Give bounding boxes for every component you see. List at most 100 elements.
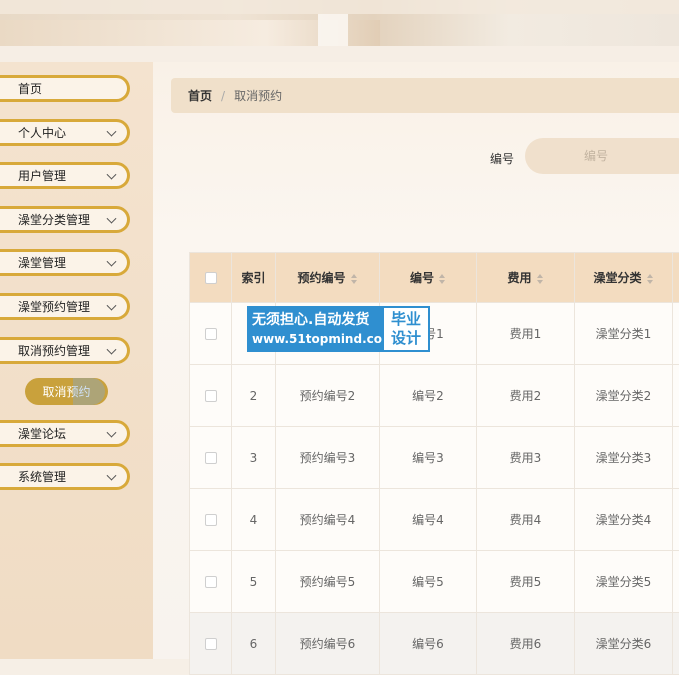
breadcrumb-current: 取消预约	[234, 87, 282, 104]
select-all-cell	[190, 253, 232, 303]
cell-fee: 费用2	[477, 365, 575, 427]
row-select-cell	[190, 613, 232, 675]
column-header-no[interactable]: 编号	[380, 253, 477, 303]
sidebar-item-bath-forum[interactable]: 澡堂论坛	[0, 420, 130, 447]
sidebar-item-label: 取消预约管理	[18, 342, 90, 359]
chevron-down-icon	[107, 470, 117, 480]
sidebar-subitem-label: 取消预约	[42, 383, 90, 400]
cell-index: 2	[232, 365, 276, 427]
cell-category: 澡堂分类4	[575, 489, 673, 551]
column-header-category[interactable]: 澡堂分类	[575, 253, 673, 303]
sidebar-item-label: 个人中心	[18, 124, 66, 141]
sort-icon[interactable]	[647, 274, 654, 284]
table-row: 3 预约编号3 编号3 费用3 澡堂分类3	[190, 427, 679, 489]
cell-booking-no: 预约编号2	[276, 365, 380, 427]
column-header-fee[interactable]: 费用	[477, 253, 575, 303]
row-select-cell	[190, 551, 232, 613]
row-checkbox[interactable]	[205, 328, 217, 340]
column-header-label: 澡堂分类	[593, 271, 641, 285]
banner-stripe	[0, 0, 679, 14]
cell-category: 澡堂分类1	[575, 303, 673, 365]
column-header-label: 编号	[410, 271, 434, 285]
row-checkbox[interactable]	[205, 514, 217, 526]
cell-category: 澡堂分类6	[575, 613, 673, 675]
cell-overflow	[673, 551, 679, 613]
breadcrumb-separator: /	[221, 89, 225, 103]
cell-category: 澡堂分类2	[575, 365, 673, 427]
sidebar-item-bath-category-management[interactable]: 澡堂分类管理	[0, 206, 130, 233]
watermark-text-block: 无须担心.自动发货 www.51topmind.com	[247, 306, 382, 352]
search-label: 编号	[490, 150, 514, 167]
sidebar: 首页 个人中心 用户管理 澡堂分类管理 澡堂管理 澡堂预约管理 取消预约管理 取…	[0, 62, 153, 659]
breadcrumb-home[interactable]: 首页	[188, 87, 212, 104]
column-header-label: 费用	[507, 271, 531, 285]
table-row: 4 预约编号4 编号4 费用4 澡堂分类4	[190, 489, 679, 551]
cell-fee: 费用5	[477, 551, 575, 613]
cell-no: 编号2	[380, 365, 477, 427]
sidebar-item-home[interactable]: 首页	[0, 75, 130, 102]
chevron-down-icon	[107, 213, 117, 223]
chevron-down-icon	[107, 256, 117, 266]
chevron-down-icon	[107, 344, 117, 354]
cell-booking-no: 预约编号5	[276, 551, 380, 613]
table-row: 6 预约编号6 编号6 费用6 澡堂分类6	[190, 613, 679, 675]
sidebar-item-label: 首页	[18, 80, 42, 97]
cell-no: 编号3	[380, 427, 477, 489]
cell-no: 编号6	[380, 613, 477, 675]
banner-highlight	[318, 14, 348, 46]
sort-icon[interactable]	[439, 274, 446, 284]
banner-stripe	[0, 46, 679, 62]
watermark-tag-bottom: 设计	[391, 329, 421, 348]
cell-index: 4	[232, 489, 276, 551]
table-row: 2 预约编号2 编号2 费用2 澡堂分类2	[190, 365, 679, 427]
search-input[interactable]	[525, 138, 679, 174]
row-checkbox[interactable]	[205, 390, 217, 402]
column-header-booking-no[interactable]: 预约编号	[276, 253, 380, 303]
column-header-label: 索引	[241, 271, 265, 285]
sidebar-item-label: 澡堂预约管理	[18, 298, 90, 315]
cell-booking-no: 预约编号4	[276, 489, 380, 551]
sidebar-item-label: 澡堂管理	[18, 254, 66, 271]
cell-fee: 费用4	[477, 489, 575, 551]
row-checkbox[interactable]	[205, 576, 217, 588]
select-all-checkbox[interactable]	[205, 272, 217, 284]
cell-no: 编号4	[380, 489, 477, 551]
cell-overflow	[673, 303, 679, 365]
sidebar-item-system-management[interactable]: 系统管理	[0, 463, 130, 490]
sidebar-item-bath-booking-management[interactable]: 澡堂预约管理	[0, 293, 130, 320]
table-header-row: 索引 预约编号 编号 费用 澡堂分类	[190, 253, 679, 303]
sidebar-subitem-cancel-booking[interactable]: 取消预约	[25, 378, 108, 405]
cell-overflow	[673, 365, 679, 427]
sidebar-item-label: 澡堂分类管理	[18, 211, 90, 228]
cell-index: 5	[232, 551, 276, 613]
sort-icon[interactable]	[351, 274, 358, 284]
cell-overflow	[673, 613, 679, 675]
cell-no: 编号5	[380, 551, 477, 613]
cell-fee: 费用1	[477, 303, 575, 365]
row-checkbox[interactable]	[205, 638, 217, 650]
cell-fee: 费用3	[477, 427, 575, 489]
cell-category: 澡堂分类5	[575, 551, 673, 613]
chevron-down-icon	[107, 126, 117, 136]
row-select-cell	[190, 365, 232, 427]
sidebar-item-personal-center[interactable]: 个人中心	[0, 119, 130, 146]
sidebar-item-cancel-booking-management[interactable]: 取消预约管理	[0, 337, 130, 364]
chevron-down-icon	[107, 427, 117, 437]
chevron-down-icon	[107, 300, 117, 310]
watermark-slogan: 无须担心.自动发货	[252, 311, 382, 330]
cell-index: 6	[232, 613, 276, 675]
sidebar-item-user-management[interactable]: 用户管理	[0, 162, 130, 189]
sort-icon[interactable]	[537, 274, 544, 284]
cell-category: 澡堂分类3	[575, 427, 673, 489]
chevron-down-icon	[107, 169, 117, 179]
watermark-badge: 无须担心.自动发货 www.51topmind.com 毕业 设计	[247, 306, 430, 352]
row-checkbox[interactable]	[205, 452, 217, 464]
sidebar-item-bath-management[interactable]: 澡堂管理	[0, 249, 130, 276]
sidebar-item-label: 澡堂论坛	[18, 425, 66, 442]
cell-booking-no: 预约编号6	[276, 613, 380, 675]
sidebar-item-label: 系统管理	[18, 468, 66, 485]
breadcrumb: 首页 / 取消预约	[171, 78, 679, 113]
row-select-cell	[190, 427, 232, 489]
main-content: 首页 / 取消预约 编号 索引 预约编号 编号 费用 澡堂分类	[153, 62, 679, 659]
watermark-tag: 毕业 设计	[382, 306, 430, 352]
